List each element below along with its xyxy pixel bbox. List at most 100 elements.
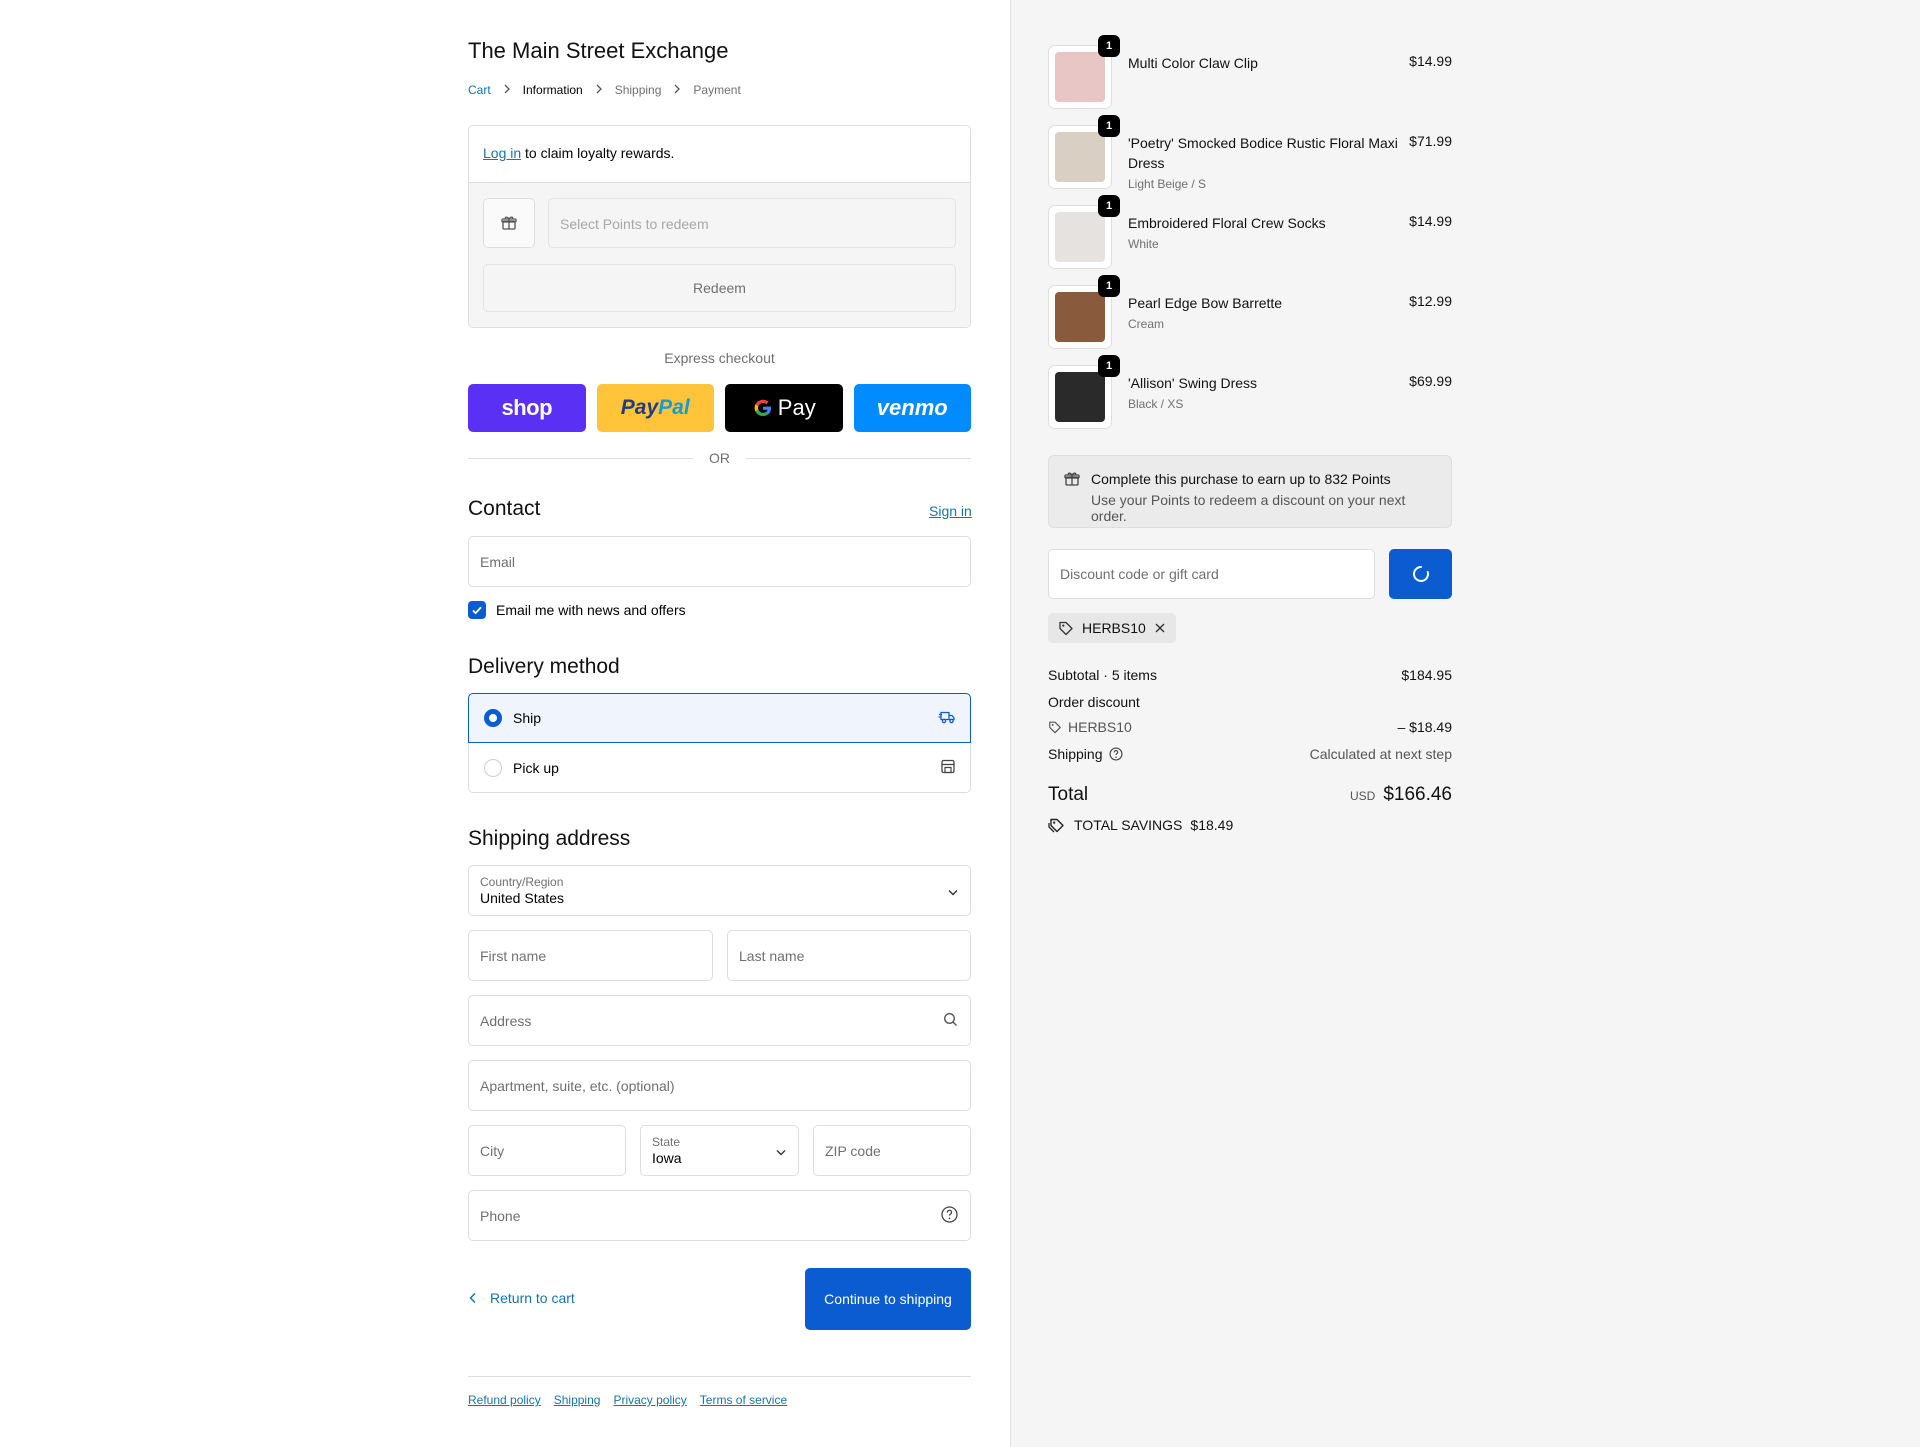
state-select[interactable]: State Iowa bbox=[640, 1125, 799, 1176]
pickup-radio[interactable] bbox=[484, 758, 502, 777]
breadcrumb-shipping: Shipping bbox=[614, 83, 662, 97]
cart-item: 1 Multi Color Claw Clip $14.99 bbox=[1048, 35, 1452, 111]
pickup-label: Pick up bbox=[513, 759, 559, 776]
contact-heading: Contact bbox=[468, 497, 541, 520]
subtotal-row: Subtotal · 5 items $184.95 bbox=[1048, 667, 1452, 683]
discount-code-label: HERBS10 bbox=[1082, 620, 1146, 636]
chevron-right-icon bbox=[595, 83, 603, 97]
order-discount-code-row: HERBS10 – $18.49 bbox=[1048, 719, 1452, 735]
address-field[interactable]: Address bbox=[468, 995, 971, 1046]
venmo-logo: venmo bbox=[876, 395, 948, 420]
close-icon[interactable] bbox=[1154, 622, 1166, 634]
order-discount-code: HERBS10 bbox=[1048, 719, 1132, 735]
search-icon bbox=[943, 1012, 958, 1030]
loyalty-panel: Log in to claim loyalty rewards. Select … bbox=[468, 125, 971, 328]
item-name: 'Poetry' Smocked Bodice Rustic Floral Ma… bbox=[1128, 133, 1398, 192]
applied-discount-chip: HERBS10 bbox=[1048, 613, 1176, 643]
shipping-row: Shipping Calculated at next step bbox=[1048, 746, 1452, 762]
order-discount-amount: – $18.49 bbox=[1397, 719, 1453, 735]
item-price: $14.99 bbox=[1409, 213, 1452, 229]
item-title: 'Allison' Swing Dress bbox=[1128, 375, 1258, 391]
ship-radio[interactable] bbox=[484, 709, 502, 727]
google-pay-text: Pay bbox=[777, 395, 816, 420]
first-name-field[interactable]: First name bbox=[468, 930, 713, 981]
breadcrumb: Cart Information Shipping Payment bbox=[468, 83, 741, 97]
terms-of-service-link[interactable]: Terms of service bbox=[700, 1393, 787, 1407]
login-link[interactable]: Log in bbox=[483, 145, 521, 161]
divider-line bbox=[746, 457, 971, 459]
state-value: Iowa bbox=[652, 1149, 682, 1166]
last-name-field[interactable]: Last name bbox=[727, 930, 971, 981]
privacy-policy-link[interactable]: Privacy policy bbox=[613, 1393, 686, 1407]
address-placeholder: Address bbox=[480, 1012, 532, 1029]
venmo-button[interactable]: venmo bbox=[853, 384, 971, 432]
item-title: Embroidered Floral Crew Socks bbox=[1128, 215, 1326, 231]
order-discount-label: Order discount bbox=[1048, 694, 1140, 710]
item-price: $71.99 bbox=[1409, 133, 1452, 149]
checkmark-icon bbox=[472, 606, 482, 615]
discount-code-field[interactable]: Discount code or gift card bbox=[1048, 549, 1375, 599]
shipping-policy-link[interactable]: Shipping bbox=[554, 1393, 601, 1407]
redeem-button[interactable]: Redeem bbox=[483, 264, 956, 312]
apartment-field[interactable]: Apartment, suite, etc. (optional) bbox=[468, 1060, 971, 1111]
express-checkout-label: Express checkout bbox=[664, 350, 775, 366]
divider-line bbox=[468, 457, 693, 459]
quantity-badge: 1 bbox=[1098, 35, 1120, 57]
help-circle-icon[interactable] bbox=[1108, 747, 1123, 761]
paypal-button[interactable]: Pay Pal bbox=[596, 384, 714, 432]
item-name: 'Allison' Swing Dress Black / XS bbox=[1128, 373, 1398, 412]
return-to-cart-link[interactable]: Return to cart bbox=[468, 1290, 575, 1306]
email-field[interactable]: Email bbox=[468, 536, 971, 587]
shop-pay-button[interactable]: shop bbox=[468, 384, 586, 432]
total-amount: $166.46 bbox=[1383, 784, 1452, 805]
continue-to-shipping-button[interactable]: Continue to shipping bbox=[805, 1268, 971, 1330]
shipping-label-text: Shipping bbox=[1048, 746, 1103, 762]
apply-discount-button[interactable] bbox=[1389, 549, 1452, 599]
points-earn-banner: Complete this purchase to earn up to 832… bbox=[1048, 455, 1452, 528]
country-select[interactable]: Country/Region United States bbox=[468, 865, 971, 916]
newsletter-checkbox[interactable] bbox=[468, 601, 486, 619]
paypal-logo-pay: Pay bbox=[620, 396, 659, 419]
subtotal-value: $184.95 bbox=[1401, 667, 1452, 683]
item-title: 'Poetry' Smocked Bodice Rustic Floral Ma… bbox=[1128, 135, 1398, 171]
breadcrumb-payment: Payment bbox=[693, 83, 741, 97]
item-title: Pearl Edge Bow Barrette bbox=[1128, 295, 1283, 311]
truck-icon bbox=[938, 709, 956, 728]
delivery-option-pickup[interactable]: Pick up bbox=[468, 743, 971, 793]
breadcrumb-information: Information bbox=[522, 83, 583, 97]
tags-icon bbox=[1048, 818, 1064, 833]
newsletter-row[interactable]: Email me with news and offers bbox=[468, 601, 686, 619]
paypal-logo-pal: Pal bbox=[658, 396, 690, 419]
sign-in-link[interactable]: Sign in bbox=[929, 503, 972, 519]
points-select[interactable]: Select Points to redeem bbox=[548, 198, 956, 248]
refund-policy-link[interactable]: Refund policy bbox=[468, 1393, 541, 1407]
or-label: OR bbox=[709, 450, 730, 466]
store-name[interactable]: The Main Street Exchange bbox=[468, 38, 728, 64]
gift-icon bbox=[1064, 471, 1080, 492]
country-value: United States bbox=[480, 889, 565, 906]
tag-icon bbox=[1049, 721, 1061, 734]
item-name: Pearl Edge Bow Barrette Cream bbox=[1128, 293, 1398, 332]
loyalty-login-text: to claim loyalty rewards. bbox=[521, 145, 675, 161]
return-to-cart-label: Return to cart bbox=[490, 1290, 575, 1306]
country-label: Country/Region bbox=[480, 874, 564, 889]
breadcrumb-cart[interactable]: Cart bbox=[468, 83, 491, 97]
quantity-badge: 1 bbox=[1098, 355, 1120, 377]
help-circle-icon[interactable] bbox=[941, 1205, 958, 1226]
delivery-method-options: Ship Pick up bbox=[468, 693, 971, 794]
currency-code: USD bbox=[1349, 789, 1376, 803]
delivery-option-ship[interactable]: Ship bbox=[468, 693, 971, 743]
ship-label: Ship bbox=[513, 710, 542, 726]
express-checkout-buttons: shop Pay Pal Pay venmo bbox=[468, 384, 971, 432]
tag-icon bbox=[1059, 621, 1073, 636]
item-variant: Black / XS bbox=[1128, 397, 1184, 411]
cart-item: 1 Embroidered Floral Crew Socks White $14… bbox=[1048, 195, 1452, 271]
chevron-down-icon bbox=[776, 1143, 786, 1159]
quantity-badge: 1 bbox=[1098, 115, 1120, 137]
loading-spinner-icon bbox=[1412, 566, 1429, 582]
cart-item: 1 'Allison' Swing Dress Black / XS $69.99 bbox=[1048, 355, 1452, 431]
city-field[interactable]: City bbox=[468, 1125, 626, 1176]
zip-field[interactable]: ZIP code bbox=[813, 1125, 971, 1176]
google-pay-button[interactable]: Pay bbox=[725, 384, 843, 432]
phone-field[interactable]: Phone bbox=[468, 1190, 971, 1241]
